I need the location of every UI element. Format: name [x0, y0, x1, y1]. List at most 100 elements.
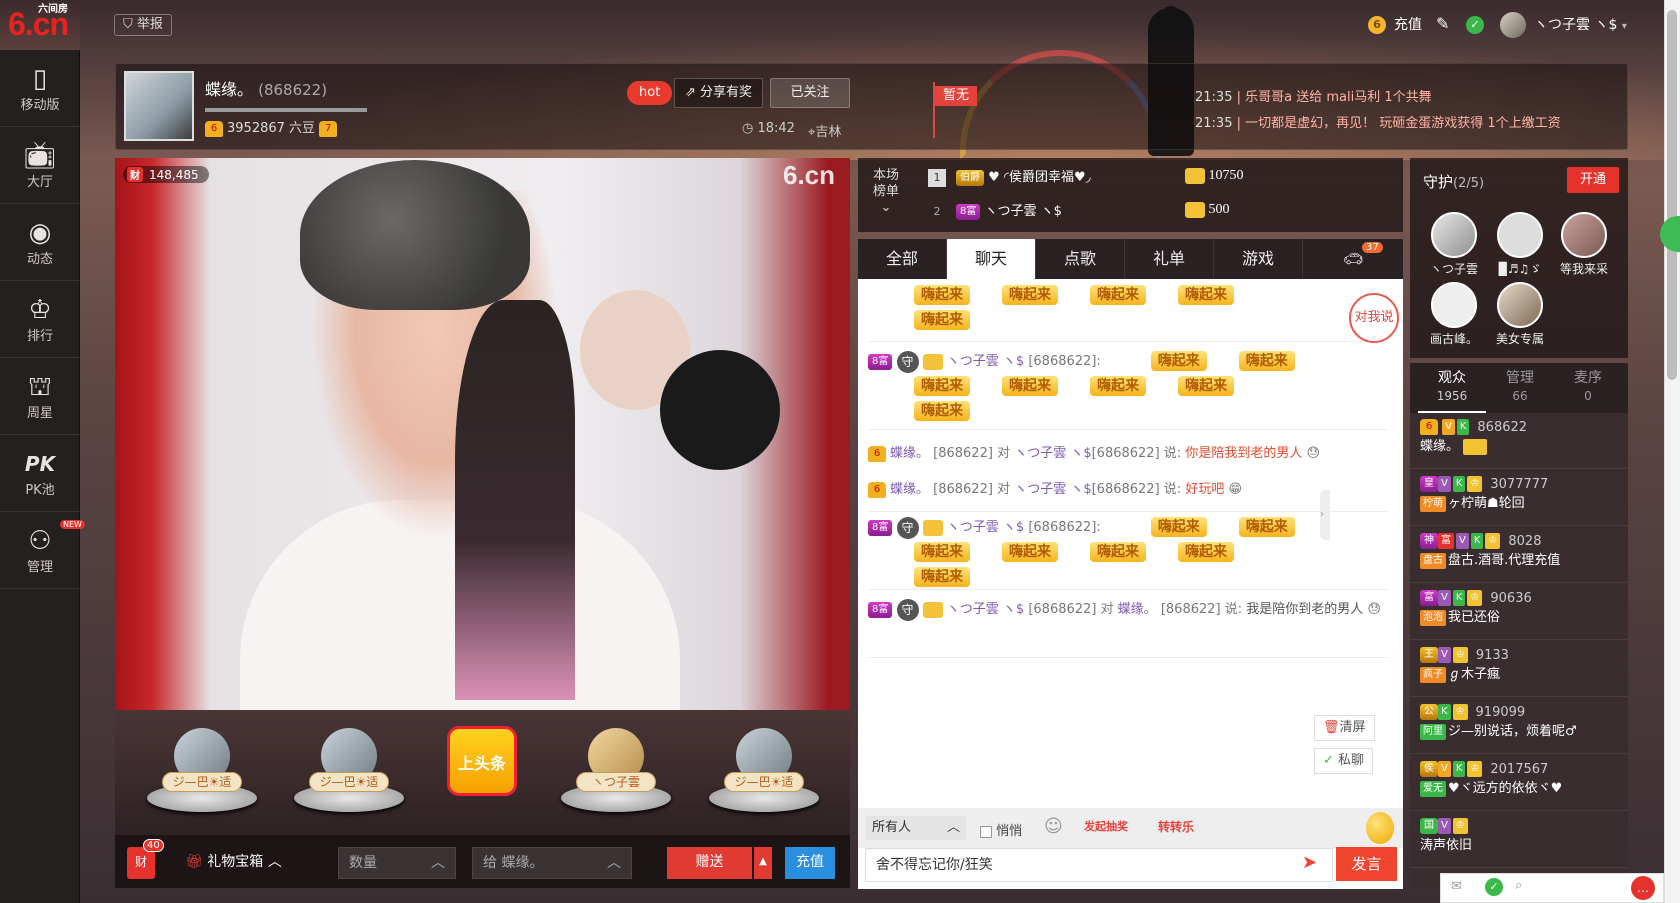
wheel-button[interactable]: 转转乐 — [1158, 818, 1194, 835]
guard-icon: 守 — [896, 598, 919, 621]
guard-icon: 守 — [896, 516, 919, 539]
guard-member[interactable]: 美女专属 — [1490, 282, 1550, 347]
basket-icon: ⛫ — [28, 372, 52, 402]
sidebar-item-mobile[interactable]: ▯ 移动版 — [0, 50, 80, 127]
username-menu[interactable]: ヽつ子雲 ヽ$ ▾ — [1534, 14, 1627, 34]
seat-4[interactable]: ヽつ子雲 — [561, 722, 671, 812]
send-options-arrow[interactable]: ▲ — [754, 847, 772, 879]
anchor-location: ⌖吉林 — [808, 125, 842, 140]
check-icon[interactable]: ✓ — [1485, 878, 1503, 896]
recharge-link[interactable]: 充值 — [1394, 14, 1422, 34]
tab-giftlist[interactable]: 礼单 — [1125, 239, 1214, 279]
chat-bubble-icon[interactable]: … — [1631, 876, 1655, 900]
list-item[interactable]: 6 V K 868622 蝶缘。 — [1410, 413, 1628, 469]
chat-message: 嗨起来 嗨起来 嗨起来 嗨起来 嗨起来 — [868, 283, 1388, 333]
giftbox-button[interactable]: 🎁︎ 礼物宝箱 ︿ — [185, 847, 282, 879]
anchor-beans: 6 3952867 六豆 7 — [205, 117, 341, 137]
tab-managers[interactable]: 管理 66 — [1486, 369, 1554, 405]
seat-1[interactable]: ジ—巴☀适 — [147, 722, 257, 812]
shield-icon: ⛉ — [123, 17, 137, 32]
recipient-select[interactable]: 给 蝶缘。 ︿ — [472, 847, 632, 879]
guard-member[interactable]: 等我来采 — [1554, 212, 1614, 277]
report-button[interactable]: ⛉ 举报 — [114, 14, 172, 36]
vip-icon — [922, 353, 943, 370]
sidebar-item-feed[interactable]: ◉ 动态 — [0, 204, 80, 281]
list-item[interactable]: 富 V K ♔ 90636 泡泡 我已还俗 — [1410, 584, 1628, 640]
send-message-button[interactable]: 发言 — [1336, 847, 1397, 881]
rank-title[interactable]: 本场榜单 ⌄ — [858, 168, 914, 216]
list-item[interactable]: 公 K ♔ 919099 阿里 ジ—别说话，烦着呢♂ — [1410, 698, 1628, 754]
anchor-avatar[interactable] — [124, 71, 194, 141]
list-item[interactable]: 神富 V K ♔ 8028 盘古 盘古.酒哥.代理充值 — [1410, 527, 1628, 583]
news-line-2: 21:35 | 一切都是虚幻，再见！ 玩砸金蛋游戏获得 1个上缴工资 — [1195, 116, 1561, 131]
live-time: ◷ 18:42 — [742, 121, 795, 136]
tab-audience[interactable]: 观众 1956 — [1418, 369, 1486, 413]
collapse-handle[interactable]: › — [1320, 490, 1330, 540]
tv-icon: 📺︎ — [23, 141, 57, 171]
next-level-crown-icon: 7 — [319, 120, 338, 137]
user-avatar[interactable] — [1500, 12, 1526, 38]
list-item[interactable]: 王 V ♔ 9133 疯子 ℊ木子瘋 — [1410, 641, 1628, 697]
scrollbar-thumb[interactable] — [1667, 10, 1677, 380]
edit-icon[interactable]: ✎ — [1436, 14, 1449, 33]
audience-tabs: 观众 1956 管理 66 麦序 0 — [1410, 363, 1628, 413]
chat-message: 6 蝶缘。 [868622] 对 ヽつ子雲 ヽ$[6868622] 说: 好玩吧 … — [868, 477, 1388, 502]
emoji-icon[interactable]: ☺ — [1044, 816, 1063, 837]
anchor-info-bar — [115, 63, 1628, 150]
list-item[interactable]: 皇 V K ♔ 3077777 柠萌 ヶ柠萌☗轮回 — [1410, 470, 1628, 526]
check-icon[interactable]: ✓ — [1466, 16, 1484, 34]
seat-2[interactable]: ジ—巴☀适 — [294, 722, 404, 812]
site-logo[interactable]: 6.cn 六间房 — [8, 4, 69, 43]
guard-member[interactable]: ヽつ子雲 — [1424, 212, 1484, 277]
rank-score: 10750 — [1185, 168, 1244, 184]
check-circle-icon: ✓ — [1323, 753, 1339, 768]
follow-button[interactable]: 已关注 — [770, 78, 850, 108]
rank-score: 500 — [1185, 202, 1230, 218]
tab-song[interactable]: 点歌 — [1036, 239, 1125, 279]
side-float-button[interactable] — [1660, 216, 1680, 252]
tab-mic-queue[interactable]: 麦序 0 — [1554, 369, 1622, 405]
flag-badge[interactable]: 暂无 — [935, 86, 978, 106]
lottery-button[interactable]: 发起抽奖 — [1084, 818, 1128, 834]
news-line-1: 21:35 | 乐哥哥a 送给 mali马利 1个共舞 — [1195, 90, 1432, 105]
car-icon[interactable]: 🚗︎ — [1303, 239, 1403, 279]
sidebar-item-hall[interactable]: 📺︎ 大厅 — [0, 127, 80, 204]
open-guard-button[interactable]: 开通 — [1567, 167, 1619, 193]
rank-row[interactable]: 1 伯爵 ♥ ◜侯爵团幸福♥◞ — [928, 165, 1091, 191]
send-gift-button[interactable]: 赠送 — [667, 847, 752, 879]
golden-egg-icon[interactable] — [1366, 812, 1394, 844]
clear-screen-button[interactable]: 🗑︎清屏 — [1314, 715, 1375, 741]
sidebar-item-admin[interactable]: NEW ⚇ 管理 — [0, 512, 85, 589]
trash-icon: 🗑︎ — [1323, 720, 1340, 735]
rank-row[interactable]: 2 8富 ヽつ子雲 ヽ$ — [928, 199, 1062, 225]
guard-member[interactable]: ▉♬♫ゞ — [1490, 212, 1550, 277]
recharge-button[interactable]: 充值 — [785, 847, 835, 879]
private-chat-button[interactable]: ✓ 私聊 — [1314, 748, 1374, 774]
to-me-button[interactable]: 对我说 — [1349, 293, 1399, 343]
seat-5[interactable]: ジ—巴☀适 — [709, 722, 819, 812]
paper-plane-icon[interactable]: ➤ — [1302, 852, 1317, 873]
sidebar-item-pk[interactable]: PK PK池 — [0, 435, 80, 512]
sidebar-item-weekstar[interactable]: ⛫ 周星 — [0, 358, 80, 435]
share-button[interactable]: ⇗ 分享有奖 — [674, 78, 764, 108]
mail-icon[interactable]: ✉ — [1451, 879, 1462, 894]
tab-game[interactable]: 游戏 — [1214, 239, 1303, 279]
search-icon[interactable]: ⌕ — [1515, 878, 1522, 893]
car-badge: 37 — [1362, 242, 1383, 253]
chevron-up-icon: ︿ — [267, 854, 282, 870]
quantity-select[interactable]: 数量 ︿ — [338, 847, 456, 879]
level-progress — [205, 108, 367, 112]
recipient-dropdown[interactable]: 所有人 ︿ — [866, 816, 966, 840]
guard-member[interactable]: 画古峰。 — [1424, 282, 1484, 347]
tab-chat[interactable]: 聊天 — [947, 239, 1036, 279]
list-item[interactable]: 侯 V K ♔ 2017567 爱无 ♥ヾ远方的依依ヾ♥ — [1410, 755, 1628, 811]
chat-message: 8富 守 ヽつ子雲 ヽ$ [6868622]: 嗨起来 嗨起来 嗨起来 嗨起来 嗨起来 嗨起… — [868, 349, 1388, 424]
list-item[interactable]: 国 V ♔ 涛声依旧 — [1410, 812, 1628, 868]
whisper-checkbox[interactable]: 悄悄 — [980, 820, 1022, 839]
gift-icon: 🎁︎ — [185, 854, 208, 870]
sidebar-item-ranking[interactable]: ♔ 排行 — [0, 281, 80, 358]
bottom-tool-bar: ✉ ✓ ⌕ … — [1440, 873, 1664, 903]
headline-seat[interactable]: 上头条 — [427, 722, 537, 812]
tab-all[interactable]: 全部 — [858, 239, 947, 279]
chat-input[interactable]: 舍不得忘记你/狂笑 — [865, 848, 1333, 882]
